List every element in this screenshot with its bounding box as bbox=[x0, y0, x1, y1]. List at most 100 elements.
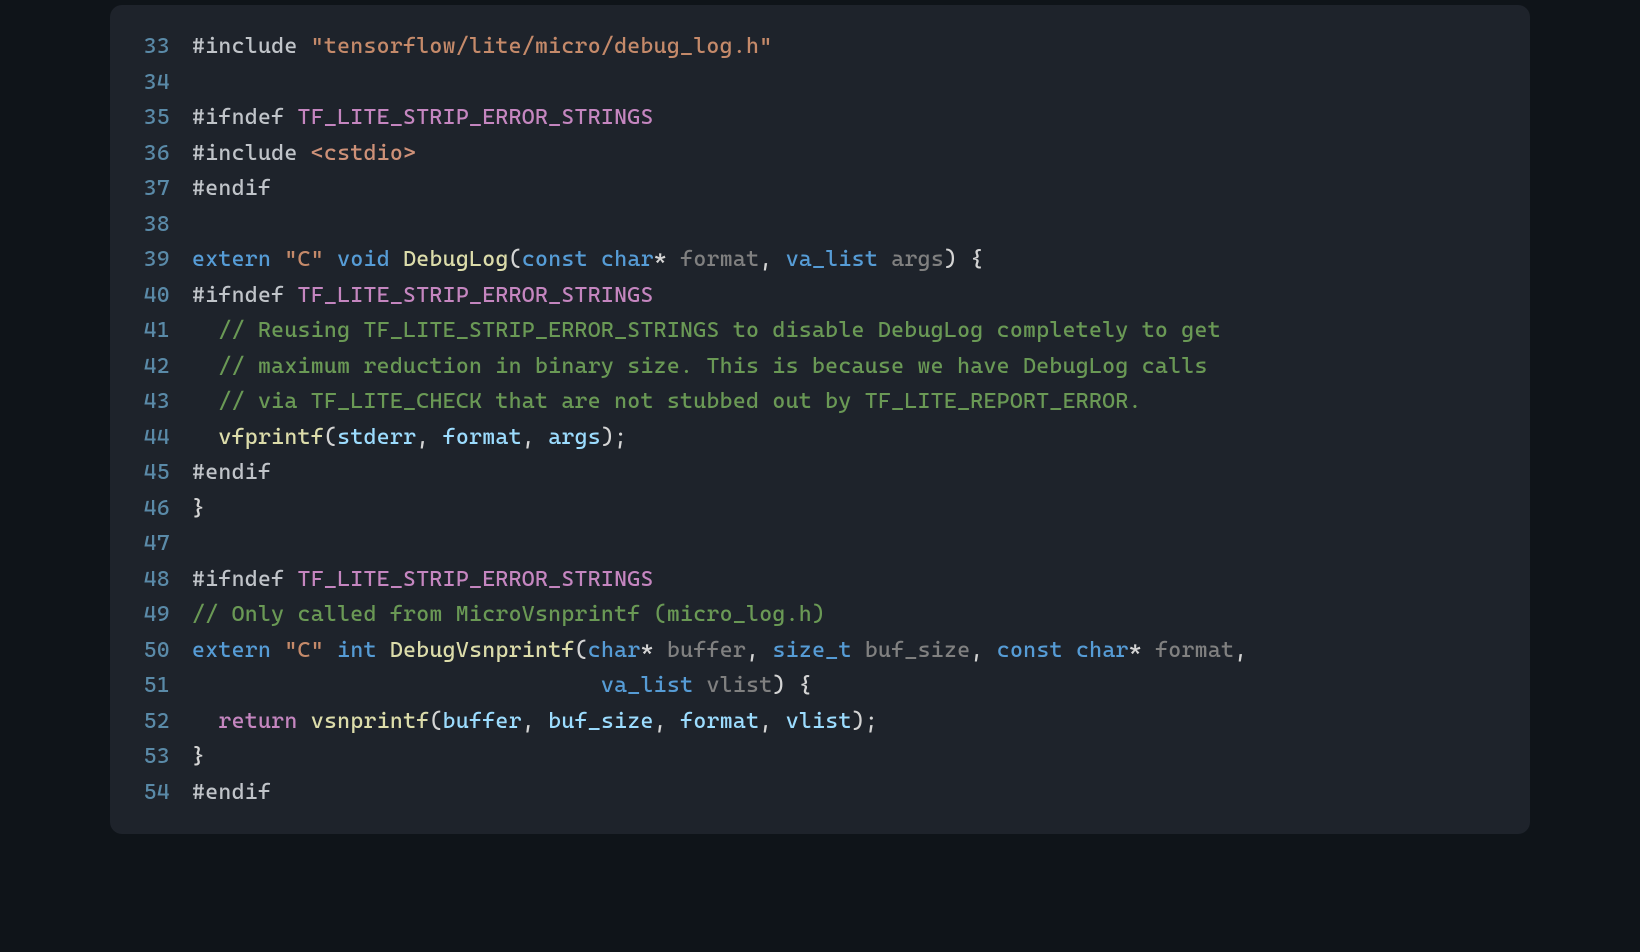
code-token: ( bbox=[509, 247, 522, 272]
line-number: 46 bbox=[110, 491, 192, 527]
code-token: ( bbox=[324, 425, 337, 450]
code-content bbox=[192, 207, 1506, 243]
code-token: // Reusing TF_LITE_STRIP_ERROR_STRINGS t… bbox=[218, 318, 1221, 343]
code-line: 51 va_list vlist) { bbox=[110, 668, 1506, 704]
code-content: #include "tensorflow/lite/micro/debug_lo… bbox=[192, 29, 1506, 65]
code-token: args bbox=[891, 247, 944, 272]
line-number: 45 bbox=[110, 455, 192, 491]
line-number: 41 bbox=[110, 313, 192, 349]
code-token: return bbox=[218, 709, 297, 734]
code-token: // Only called from MicroVsnprintf (micr… bbox=[192, 602, 825, 627]
code-line: 44 vfprintf(stderr, format, args); bbox=[110, 420, 1506, 456]
code-token: ( bbox=[429, 709, 442, 734]
line-number: 52 bbox=[110, 704, 192, 740]
code-token: vfprintf bbox=[218, 425, 324, 450]
code-content: #endif bbox=[192, 455, 1506, 491]
code-token: #ifndef bbox=[192, 567, 298, 592]
code-token: #include bbox=[192, 141, 311, 166]
code-token: * bbox=[1129, 638, 1155, 663]
code-token: size_t bbox=[773, 638, 852, 663]
line-number: 48 bbox=[110, 562, 192, 598]
code-token bbox=[192, 673, 601, 698]
code-token: , bbox=[416, 425, 442, 450]
code-content: #ifndef TF_LITE_STRIP_ERROR_STRINGS bbox=[192, 100, 1506, 136]
code-content bbox=[192, 65, 1506, 101]
code-token: ); bbox=[601, 425, 627, 450]
code-token: // maximum reduction in binary size. Thi… bbox=[218, 354, 1207, 379]
line-number: 43 bbox=[110, 384, 192, 420]
code-token: #ifndef bbox=[192, 105, 298, 130]
line-number: 44 bbox=[110, 420, 192, 456]
code-line: 40#ifndef TF_LITE_STRIP_ERROR_STRINGS bbox=[110, 278, 1506, 314]
code-content: return vsnprintf(buffer, buf_size, forma… bbox=[192, 704, 1506, 740]
code-token bbox=[693, 673, 706, 698]
code-line: 36#include <cstdio> bbox=[110, 136, 1506, 172]
line-number: 54 bbox=[110, 775, 192, 811]
code-token: ) { bbox=[944, 247, 984, 272]
code-token: , bbox=[759, 709, 785, 734]
line-number: 34 bbox=[110, 65, 192, 101]
code-token: , bbox=[1234, 638, 1247, 663]
line-number: 40 bbox=[110, 278, 192, 314]
code-token: "tensorflow/lite/micro/debug_log.h" bbox=[311, 34, 773, 59]
line-number: 38 bbox=[110, 207, 192, 243]
code-token: vlist bbox=[706, 673, 772, 698]
line-number: 50 bbox=[110, 633, 192, 669]
code-line: 37#endif bbox=[110, 171, 1506, 207]
code-token: #endif bbox=[192, 780, 271, 805]
line-number: 42 bbox=[110, 349, 192, 385]
code-line: 46} bbox=[110, 491, 1506, 527]
code-token: buf_size bbox=[548, 709, 654, 734]
code-token: #endif bbox=[192, 176, 271, 201]
code-token: format bbox=[680, 247, 759, 272]
code-token: vsnprintf bbox=[311, 709, 430, 734]
code-token: int bbox=[337, 638, 377, 663]
code-token bbox=[271, 247, 284, 272]
code-token: } bbox=[192, 496, 205, 521]
code-token bbox=[852, 638, 865, 663]
code-content: // Only called from MicroVsnprintf (micr… bbox=[192, 597, 1506, 633]
code-token bbox=[390, 247, 403, 272]
code-content: #ifndef TF_LITE_STRIP_ERROR_STRINGS bbox=[192, 562, 1506, 598]
line-number: 39 bbox=[110, 242, 192, 278]
code-token: args bbox=[548, 425, 601, 450]
code-content: } bbox=[192, 739, 1506, 775]
code-token: #ifndef bbox=[192, 283, 298, 308]
code-line: 38 bbox=[110, 207, 1506, 243]
code-token: ) { bbox=[772, 673, 812, 698]
code-content: extern "C" int DebugVsnprintf(char* buff… bbox=[192, 633, 1506, 669]
code-line: 39extern "C" void DebugLog(const char* f… bbox=[110, 242, 1506, 278]
line-number: 49 bbox=[110, 597, 192, 633]
code-line: 42 // maximum reduction in binary size. … bbox=[110, 349, 1506, 385]
code-content: #ifndef TF_LITE_STRIP_ERROR_STRINGS bbox=[192, 278, 1506, 314]
code-token: format bbox=[1155, 638, 1234, 663]
code-token bbox=[588, 247, 601, 272]
line-number: 47 bbox=[110, 526, 192, 562]
code-token bbox=[192, 425, 218, 450]
code-token: char bbox=[588, 638, 641, 663]
code-token bbox=[298, 709, 311, 734]
code-block: 33#include "tensorflow/lite/micro/debug_… bbox=[110, 5, 1530, 834]
code-line: 33#include "tensorflow/lite/micro/debug_… bbox=[110, 29, 1506, 65]
code-token: char bbox=[601, 247, 654, 272]
code-line: 47 bbox=[110, 526, 1506, 562]
code-line: 41 // Reusing TF_LITE_STRIP_ERROR_STRING… bbox=[110, 313, 1506, 349]
line-number: 51 bbox=[110, 668, 192, 704]
code-content: // Reusing TF_LITE_STRIP_ERROR_STRINGS t… bbox=[192, 313, 1506, 349]
code-content: // via TF_LITE_CHECK that are not stubbe… bbox=[192, 384, 1506, 420]
line-number: 33 bbox=[110, 29, 192, 65]
code-token bbox=[192, 709, 218, 734]
code-content: va_list vlist) { bbox=[192, 668, 1506, 704]
code-token: extern bbox=[192, 247, 271, 272]
code-content: #include <cstdio> bbox=[192, 136, 1506, 172]
code-content bbox=[192, 526, 1506, 562]
code-token: } bbox=[192, 744, 205, 769]
code-token: "C" bbox=[284, 247, 324, 272]
code-token bbox=[192, 389, 218, 414]
code-token bbox=[377, 638, 390, 663]
code-content: // maximum reduction in binary size. Thi… bbox=[192, 349, 1506, 385]
line-number: 53 bbox=[110, 739, 192, 775]
code-line: 34 bbox=[110, 65, 1506, 101]
code-token: #endif bbox=[192, 460, 271, 485]
code-token bbox=[878, 247, 891, 272]
